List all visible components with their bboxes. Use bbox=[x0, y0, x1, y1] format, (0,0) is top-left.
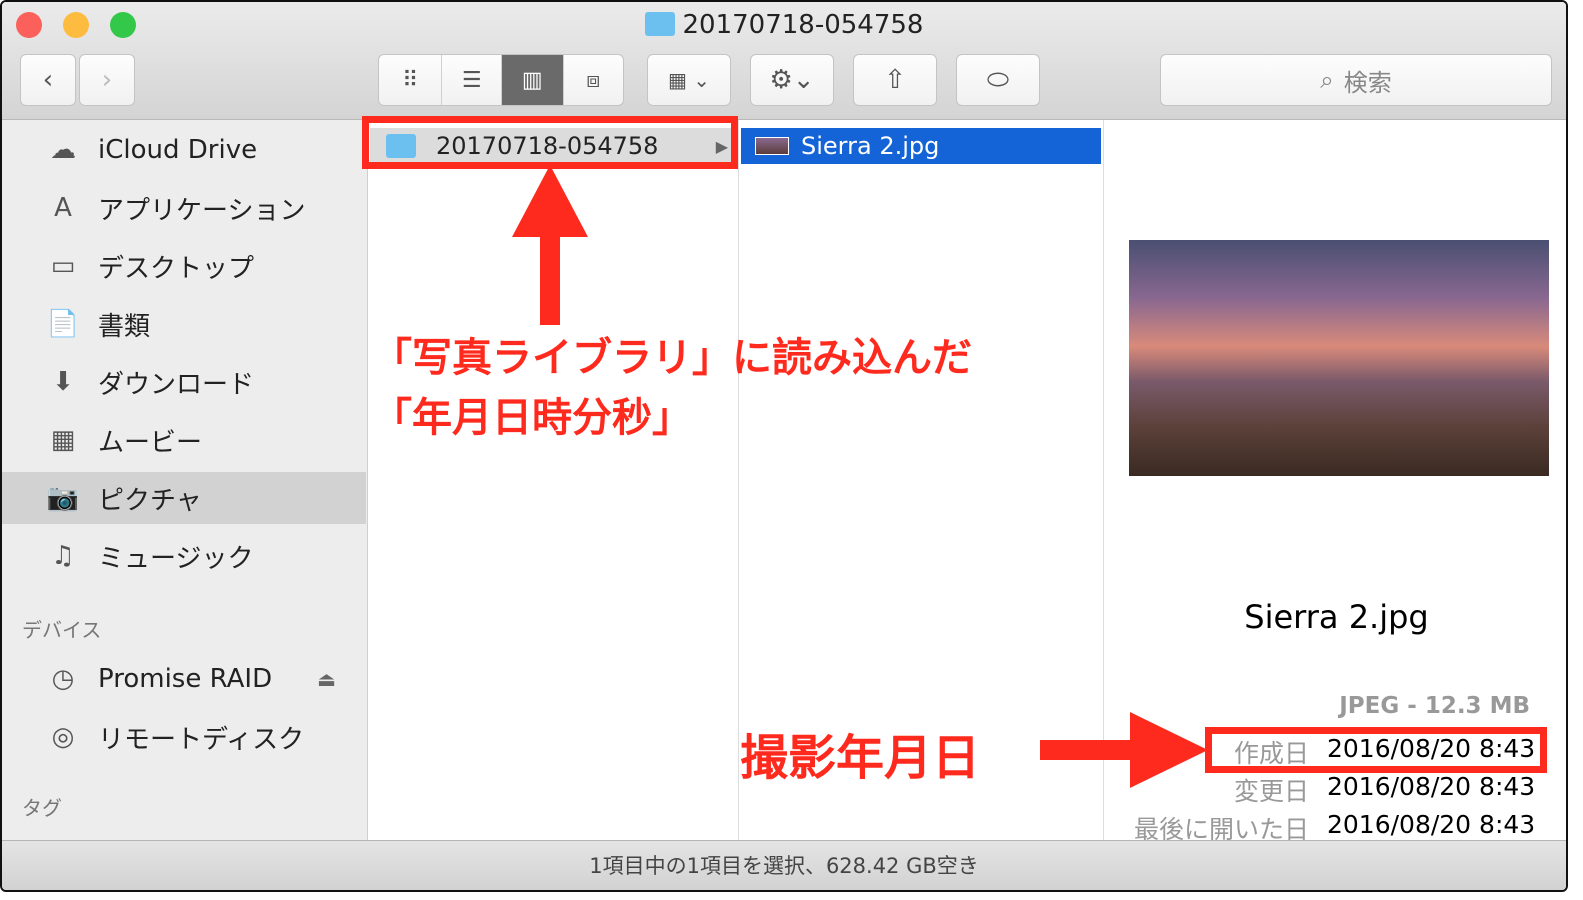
sidebar-item-icloud[interactable]: ☁ iCloud Drive bbox=[2, 124, 366, 176]
arrange-button[interactable]: ▦ ⌄ bbox=[647, 54, 731, 106]
forward-icon: › bbox=[101, 65, 113, 95]
sidebar-item-downloads[interactable]: ⬇ ダウンロード bbox=[2, 356, 366, 408]
gear-icon: ⚙⌄ bbox=[769, 65, 815, 95]
image-preview bbox=[1129, 240, 1549, 476]
annotation-arrow-right bbox=[1040, 712, 1208, 788]
film-icon: ▦ bbox=[50, 425, 76, 455]
forward-button[interactable]: › bbox=[79, 54, 135, 106]
annotation-arrow-up bbox=[512, 165, 588, 325]
share-button[interactable]: ⇧ bbox=[853, 54, 937, 106]
coverflow-view-button[interactable]: ⧈ bbox=[564, 55, 624, 105]
sidebar-label: ミュージック bbox=[98, 543, 254, 574]
sidebar-item-applications[interactable]: A アプリケーション bbox=[2, 182, 366, 234]
annotation-text-2: 「年月日時分秒」 bbox=[372, 395, 692, 441]
search-icon: ⌕ bbox=[1320, 66, 1334, 94]
tags-button[interactable]: ⬭ bbox=[956, 54, 1040, 106]
annotation-box-created bbox=[1205, 727, 1547, 773]
eject-icon[interactable]: ⏏ bbox=[317, 667, 336, 691]
toolbar: 20170718-054758 ‹ › ⠿ ☰ ▥ ⧈ ▦ ⌄ ⚙⌄ ⇧ ⬭ ⌕… bbox=[2, 2, 1566, 120]
camera-icon: 📷 bbox=[46, 483, 80, 513]
sidebar-item-movies[interactable]: ▦ ムービー bbox=[2, 414, 366, 466]
preview-filename: Sierra 2.jpg bbox=[1244, 598, 1429, 636]
search-placeholder: 検索 bbox=[1343, 68, 1392, 97]
sidebar-label: リモートディスク bbox=[98, 724, 305, 755]
tags-header: タグ bbox=[22, 796, 62, 820]
action-button[interactable]: ⚙⌄ bbox=[750, 54, 834, 106]
file-name: Sierra 2.jpg bbox=[801, 132, 940, 160]
column-view-button[interactable]: ▥ bbox=[502, 55, 564, 105]
drive-icon: ◷ bbox=[51, 664, 75, 694]
share-icon: ⇧ bbox=[884, 65, 906, 95]
applications-icon: A bbox=[54, 193, 72, 223]
view-mode-segmented: ⠿ ☰ ▥ ⧈ bbox=[378, 54, 624, 106]
disc-icon: ◎ bbox=[51, 722, 75, 752]
window-title: 20170718-054758 bbox=[2, 10, 1566, 40]
search-input[interactable]: ⌕ 検索 bbox=[1160, 54, 1552, 106]
list-view-button[interactable]: ☰ bbox=[442, 55, 502, 105]
sidebar-label: ダウンロード bbox=[98, 369, 255, 400]
sidebar-label: アプリケーション bbox=[98, 195, 306, 226]
devices-header: デバイス bbox=[22, 618, 102, 642]
sidebar-label: iCloud Drive bbox=[98, 135, 258, 165]
folder-icon bbox=[644, 12, 675, 36]
sidebar-item-music[interactable]: ♫ ミュージック bbox=[2, 530, 366, 582]
image-thumbnail-icon bbox=[755, 137, 789, 155]
back-icon: ‹ bbox=[42, 65, 54, 95]
sidebar: ☁ iCloud Drive A アプリケーション ▭ デスクトップ 📄 書類 ⬇ ダウン… bbox=[2, 120, 368, 840]
back-button[interactable]: ‹ bbox=[20, 54, 76, 106]
sidebar-item-remote-disc[interactable]: ◎ リモートディスク bbox=[2, 711, 366, 763]
column-item-file[interactable]: Sierra 2.jpg bbox=[741, 128, 1101, 164]
sidebar-label: ピクチャ bbox=[98, 485, 202, 516]
music-icon: ♫ bbox=[51, 541, 75, 571]
sidebar-item-documents[interactable]: 📄 書類 bbox=[2, 298, 366, 350]
tag-icon: ⬭ bbox=[986, 64, 1010, 95]
cloud-icon: ☁ bbox=[50, 135, 76, 165]
download-icon: ⬇ bbox=[52, 367, 74, 397]
title-text: 20170718-054758 bbox=[682, 10, 924, 40]
sidebar-item-promise-raid[interactable]: ◷ Promise RAID ⏏ bbox=[2, 653, 366, 705]
sidebar-label: デスクトップ bbox=[98, 253, 255, 284]
icon-view-button[interactable]: ⠿ bbox=[379, 55, 443, 105]
annotation-box-folder bbox=[362, 116, 738, 169]
sidebar-item-pictures[interactable]: 📷 ピクチャ bbox=[2, 472, 366, 524]
annotation-text-date: 撮影年月日 bbox=[740, 730, 981, 786]
sidebar-label: ムービー bbox=[98, 427, 203, 458]
documents-icon: 📄 bbox=[46, 309, 80, 339]
sidebar-label: Promise RAID bbox=[98, 664, 273, 694]
status-bar: 1項目中の1項目を選択、628.42 GB空き bbox=[2, 840, 1566, 890]
sidebar-item-desktop[interactable]: ▭ デスクトップ bbox=[2, 240, 366, 292]
desktop-icon: ▭ bbox=[50, 251, 76, 281]
sidebar-label: 書類 bbox=[98, 311, 151, 342]
arrange-icon: ▦ ⌄ bbox=[667, 68, 710, 92]
meta-value: 2016/08/20 8:43 bbox=[1327, 772, 1536, 801]
preview-kind-size: JPEG - 12.3 MB bbox=[1339, 693, 1530, 719]
annotation-text-1: 「写真ライブラリ」に読み込んだ bbox=[372, 335, 972, 381]
